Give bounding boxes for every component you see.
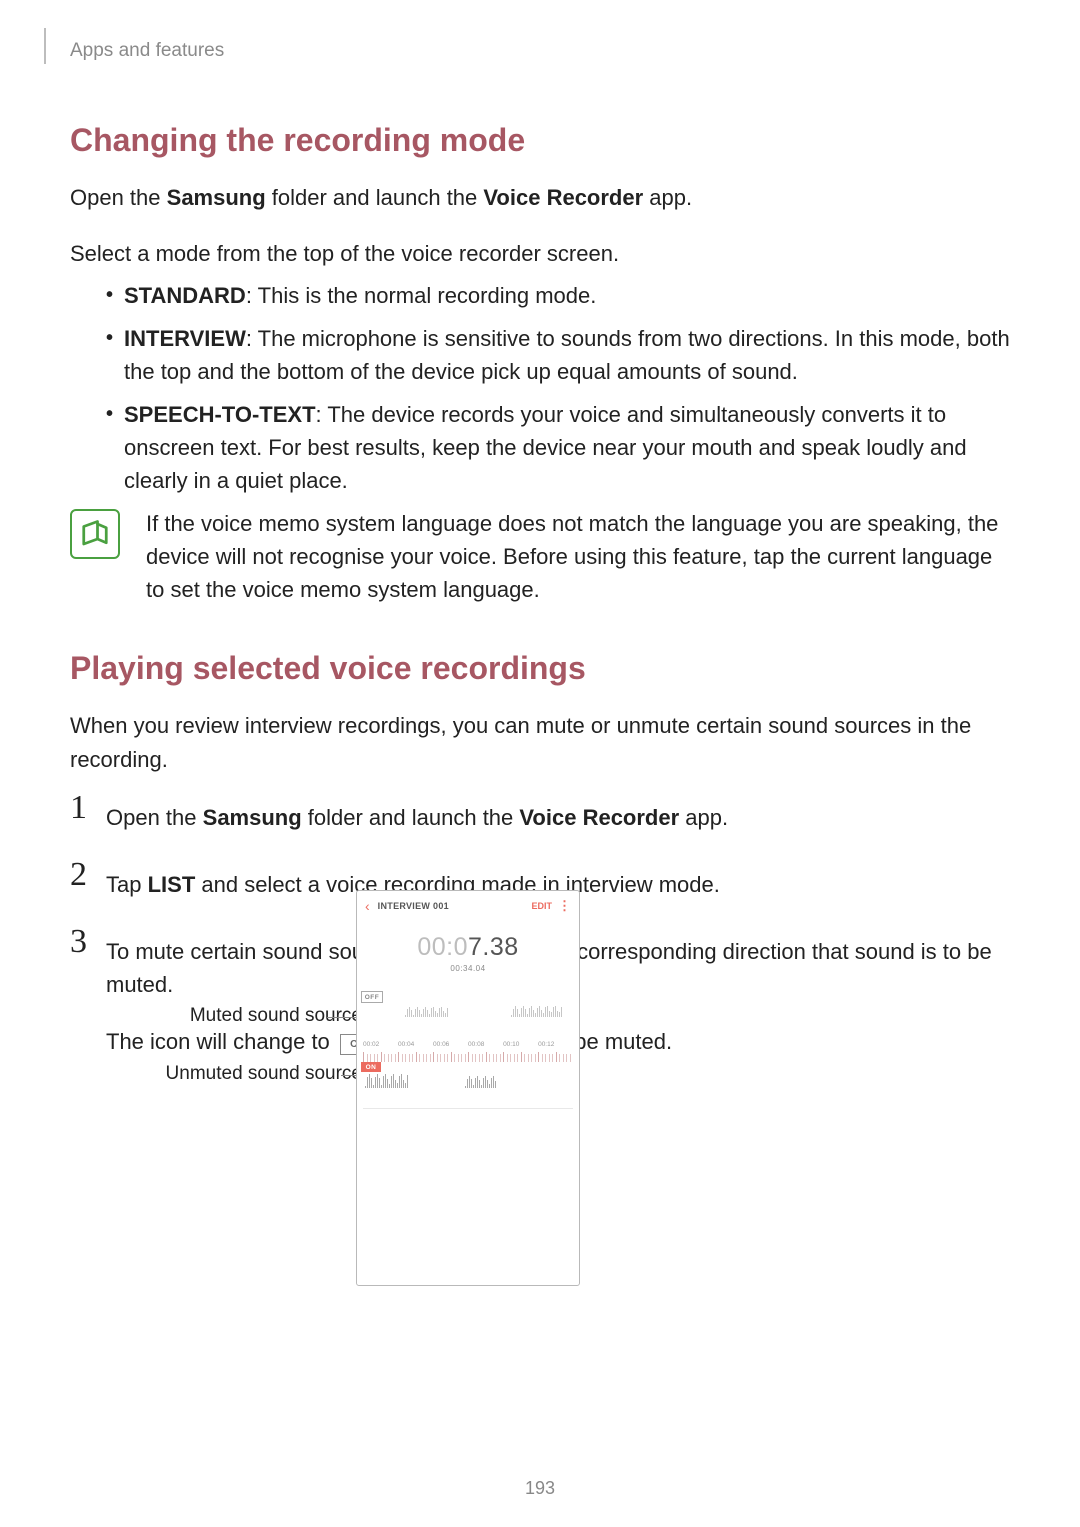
unmuted-track: ON xyxy=(357,1062,579,1106)
voice-recorder-screenshot: ‹ INTERVIEW 001 EDIT ⋮ 00:07.38 00:34.04… xyxy=(356,890,580,1286)
total-duration: 00:34.04 xyxy=(357,964,579,973)
note-icon xyxy=(70,509,120,559)
note-block: If the voice memo system language does n… xyxy=(70,507,1010,606)
divider xyxy=(363,1108,573,1109)
more-icon[interactable]: ⋮ xyxy=(558,901,571,911)
paragraph-play-intro: When you review interview recordings, yo… xyxy=(70,709,1010,777)
breadcrumb: Apps and features xyxy=(44,38,1010,64)
leader-line-muted xyxy=(327,1017,359,1018)
step-1: Open the Samsung folder and launch the V… xyxy=(70,801,1010,834)
off-badge[interactable]: OFF xyxy=(361,991,383,1003)
waveform-unmuted xyxy=(361,1074,575,1094)
time-ticks: 00:02 00:04 00:06 00:08 00:10 00:12 xyxy=(357,1041,579,1048)
manual-page: Apps and features Changing the recording… xyxy=(0,0,1080,1527)
phone-header: ‹ INTERVIEW 001 EDIT ⋮ xyxy=(357,891,579,921)
note-text: If the voice memo system language does n… xyxy=(146,507,1010,606)
edit-button[interactable]: EDIT xyxy=(531,901,552,911)
breadcrumb-divider xyxy=(44,28,46,64)
mode-standard: STANDARD: This is the normal recording m… xyxy=(106,279,1010,312)
on-badge[interactable]: ON xyxy=(361,1062,381,1072)
breadcrumb-text: Apps and features xyxy=(70,40,224,62)
muted-track: OFF xyxy=(357,991,579,1035)
paragraph-select-mode: Select a mode from the top of the voice … xyxy=(70,237,1010,271)
section-title-changing-mode: Changing the recording mode xyxy=(70,122,1010,159)
mode-interview: INTERVIEW: The microphone is sensitive t… xyxy=(106,322,1010,388)
paragraph-open-app: Open the Samsung folder and launch the V… xyxy=(70,181,1010,215)
time-ruler xyxy=(357,1050,579,1062)
callout-unmuted: Unmuted sound source xyxy=(166,1062,362,1086)
waveform-muted xyxy=(361,1003,575,1023)
callout-muted: Muted sound source xyxy=(190,1004,362,1028)
back-chevron-icon[interactable]: ‹ xyxy=(365,898,370,914)
page-number: 193 xyxy=(0,1478,1080,1499)
section-title-playing: Playing selected voice recordings xyxy=(70,650,1010,687)
recording-title: INTERVIEW 001 xyxy=(378,901,532,911)
playback-time: 00:07.38 xyxy=(357,933,579,962)
mode-speech-to-text: SPEECH-TO-TEXT: The device records your … xyxy=(106,398,1010,497)
mode-list: STANDARD: This is the normal recording m… xyxy=(70,279,1010,497)
